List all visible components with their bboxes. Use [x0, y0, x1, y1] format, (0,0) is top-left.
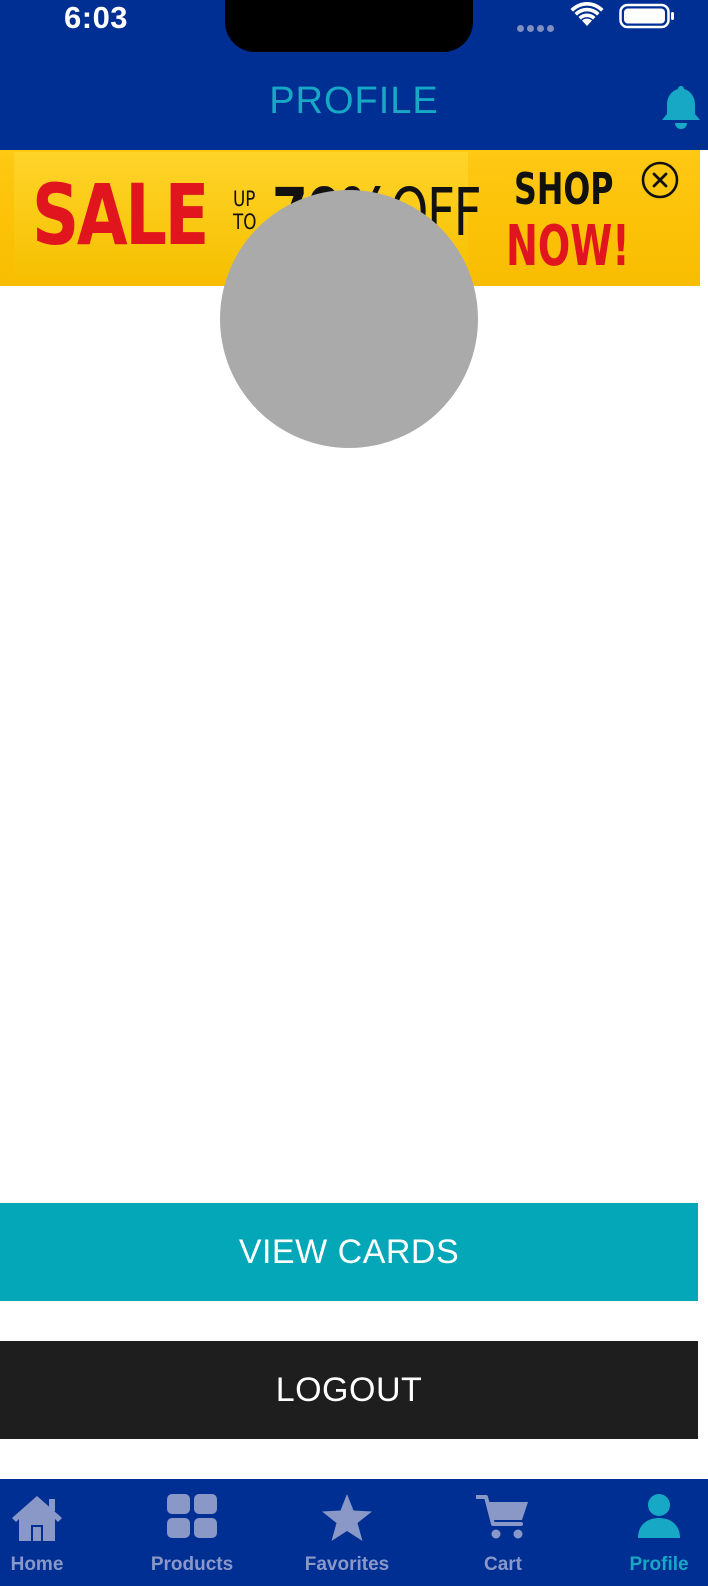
person-icon [638, 1494, 680, 1538]
tab-label-profile: Profile [629, 1554, 689, 1575]
wifi-icon [570, 2, 604, 26]
header-bar: 6:03 PROFILE [0, 0, 708, 150]
banner-shop-text: SHOP [514, 164, 614, 215]
close-circle-icon[interactable] [640, 160, 680, 200]
tab-home[interactable]: Home [0, 1479, 102, 1586]
battery-icon [619, 3, 674, 29]
tab-label-products: Products [150, 1554, 234, 1575]
tab-cart[interactable]: Cart [438, 1479, 568, 1586]
banner-now-text: NOW! [506, 214, 630, 279]
bottom-tab-bar: Home Products Favorites Cart Profile [0, 1479, 708, 1586]
home-icon [12, 1496, 62, 1541]
banner-sale-text: SALE [32, 166, 209, 264]
tab-label-cart: Cart [483, 1554, 522, 1575]
tab-label-home: Home [10, 1554, 64, 1575]
view-cards-button[interactable]: VIEW CARDS [0, 1203, 698, 1301]
cellular-signal-icon [517, 19, 559, 32]
status-time: 6:03 [64, 0, 129, 35]
cart-icon [476, 1495, 528, 1539]
profile-screen: 6:03 PROFILE SALE UPTO 70% OFF SHOP NOW! [0, 0, 708, 1586]
page-title: PROFILE [269, 80, 439, 122]
tab-favorites[interactable]: Favorites [282, 1479, 412, 1586]
avatar[interactable] [220, 190, 478, 448]
tab-label-favorites: Favorites [304, 1554, 390, 1575]
logout-button[interactable]: LOGOUT [0, 1341, 698, 1439]
grid-icon [167, 1494, 217, 1538]
tab-profile[interactable]: Profile [594, 1479, 708, 1586]
bell-icon[interactable] [658, 82, 704, 130]
tab-products[interactable]: Products [127, 1479, 257, 1586]
banner-upto-text: UP TO [233, 187, 257, 234]
star-icon [322, 1494, 372, 1541]
device-notch [225, 0, 473, 52]
